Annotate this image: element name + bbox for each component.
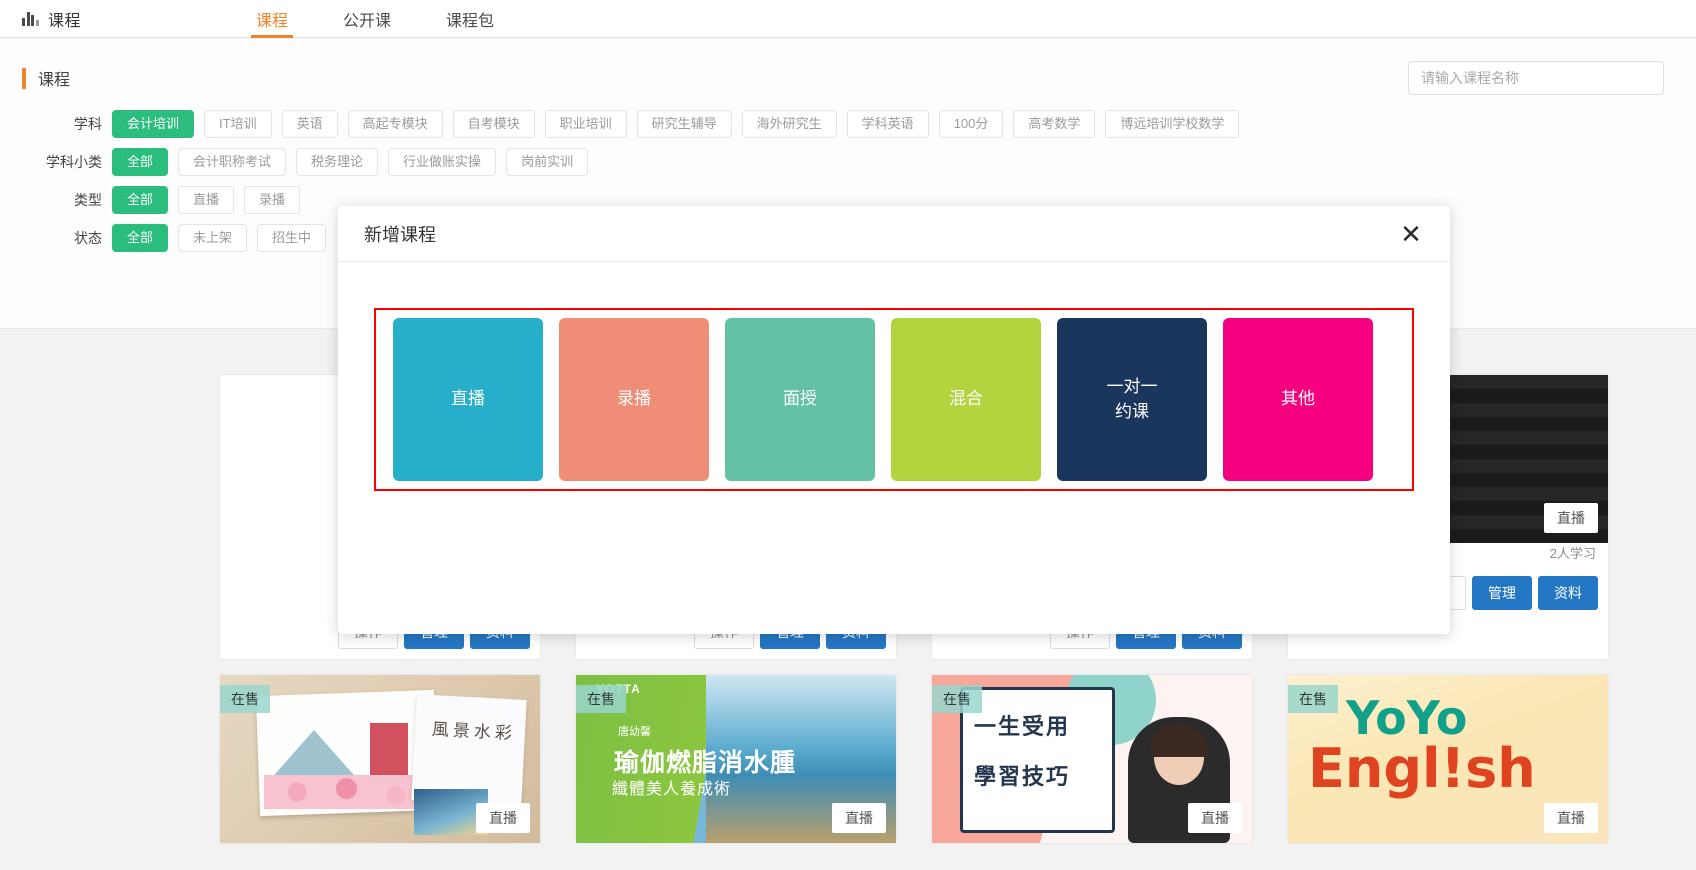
badge-course-type: 直播 bbox=[1544, 503, 1598, 533]
tile-label: 混合 bbox=[949, 389, 983, 409]
tile-label: 一对一 约课 bbox=[1106, 376, 1158, 421]
tile-label: 录播 bbox=[617, 389, 651, 409]
badge-sale-status: 在售 bbox=[932, 685, 982, 713]
course-type-highlight-outline: 直播 录播 面授 混合 一对一 约课 其他 bbox=[374, 308, 1414, 491]
course-type-live[interactable]: 直播 bbox=[393, 318, 543, 481]
course-type-recorded[interactable]: 录播 bbox=[559, 318, 709, 481]
tile-label: 其他 bbox=[1281, 389, 1315, 409]
badge-course-type: 直播 bbox=[1188, 803, 1242, 833]
course-type-inperson[interactable]: 面授 bbox=[725, 318, 875, 481]
page-root: 课程 课程 公开课 课程包 课程 学科 会计培训 IT培训 英语 高起专模块 自… bbox=[0, 0, 1696, 870]
course-type-one-on-one[interactable]: 一对一 约课 bbox=[1057, 318, 1207, 481]
badge-sale-status: 在售 bbox=[1288, 685, 1338, 713]
badge-sale-status: 在售 bbox=[576, 685, 626, 713]
close-icon[interactable]: ✕ bbox=[1398, 221, 1424, 247]
dialog-header: 新增课程 ✕ bbox=[338, 206, 1450, 262]
add-course-dialog: 新增课程 ✕ 直播 录播 面授 混合 一对一 约课 其他 bbox=[338, 206, 1450, 634]
badge-course-type: 直播 bbox=[1544, 803, 1598, 833]
course-type-blended[interactable]: 混合 bbox=[891, 318, 1041, 481]
tile-label: 面授 bbox=[783, 389, 817, 409]
badge-course-type: 直播 bbox=[832, 803, 886, 833]
dialog-body: 直播 录播 面授 混合 一对一 约课 其他 bbox=[338, 308, 1450, 491]
badge-sale-status: 在售 bbox=[220, 685, 270, 713]
course-type-tiles: 直播 录播 面授 混合 一对一 约课 其他 bbox=[393, 318, 1373, 481]
badge-course-type: 直播 bbox=[476, 803, 530, 833]
course-type-other[interactable]: 其他 bbox=[1223, 318, 1373, 481]
dialog-title: 新增课程 bbox=[364, 224, 436, 245]
tile-label: 直播 bbox=[451, 389, 485, 409]
